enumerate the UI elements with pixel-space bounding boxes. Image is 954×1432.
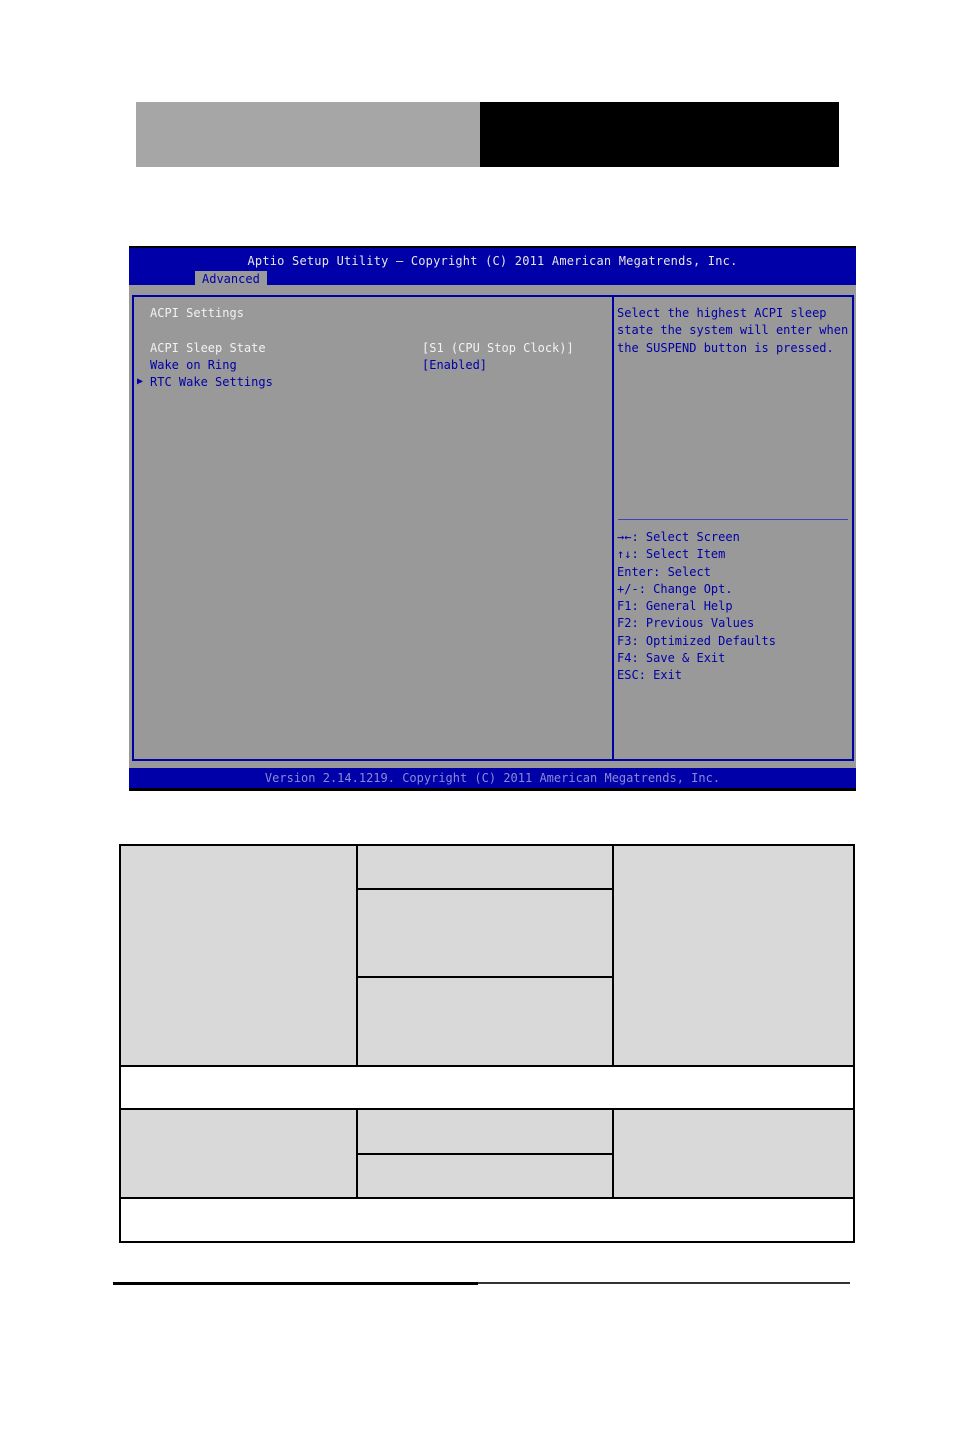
- tab-advanced[interactable]: Advanced: [195, 271, 267, 287]
- options-table: [119, 844, 855, 1243]
- setting-wake-on-ring-label[interactable]: Wake on Ring: [150, 358, 237, 372]
- key-legend: →←: Select Screen ↑↓: Select Item Enter:…: [617, 529, 776, 685]
- help-text: Select the highest ACPI sleep state the …: [617, 306, 849, 355]
- table-note-1: [121, 1067, 853, 1108]
- submenu-rtc-wake-settings[interactable]: RTC Wake Settings: [150, 375, 273, 389]
- table-cell-value-1a: [358, 846, 612, 888]
- table-divider: [358, 976, 612, 978]
- table-divider: [358, 888, 612, 890]
- key-f1: F1: General Help: [617, 599, 733, 614]
- table-cell-value-1c: [358, 978, 612, 1065]
- key-f4: F4: Save & Exit: [617, 651, 726, 666]
- table-cell-value-2a: [358, 1110, 612, 1153]
- table-cell-option-name-1: [121, 846, 356, 1065]
- key-select-screen: →←: Select Screen: [617, 530, 740, 544]
- bios-title-bar: Aptio Setup Utility – Copyright (C) 2011…: [129, 246, 856, 287]
- table-divider: [358, 1153, 612, 1155]
- section-title: ACPI Settings: [150, 306, 244, 320]
- table-cell-value-1b: [358, 890, 612, 976]
- setting-acpi-sleep-state-value[interactable]: [S1 (CPU Stop Clock)]: [422, 341, 574, 355]
- footer-rule: [113, 1282, 478, 1285]
- table-cell-value-2b: [358, 1155, 612, 1197]
- bios-setup-screen: Aptio Setup Utility – Copyright (C) 2011…: [129, 246, 856, 791]
- key-f2: F2: Previous Values: [617, 616, 755, 631]
- key-esc: ESC: Exit: [617, 668, 683, 683]
- bios-status-bar: Version 2.14.1219. Copyright (C) 2011 Am…: [129, 768, 856, 788]
- triangle-right-icon: ▶: [137, 376, 144, 387]
- table-divider: [356, 846, 358, 1065]
- key-f3: F3: Optimized Defaults: [617, 633, 776, 648]
- key-select-item: ↑↓: Select Item: [617, 547, 726, 562]
- page-header-left-bar: [136, 102, 480, 167]
- key-change-opt: +/-: Change Opt.: [617, 581, 733, 596]
- table-divider: [612, 1110, 614, 1197]
- table-cell-description-2: [614, 1110, 853, 1197]
- settings-panel: ACPI Settings ACPI Sleep State [S1 (CPU …: [132, 295, 612, 761]
- table-note-2: [121, 1199, 853, 1241]
- page-header-right-bar: [480, 102, 839, 167]
- table-cell-description-1: [614, 846, 853, 1065]
- table-divider: [612, 846, 614, 1065]
- setting-acpi-sleep-state-label[interactable]: ACPI Sleep State: [150, 341, 266, 355]
- help-divider: [618, 519, 848, 520]
- footer-rule: [478, 1282, 850, 1284]
- bios-version: Version 2.14.1219. Copyright (C) 2011 Am…: [264, 771, 721, 785]
- setting-wake-on-ring-value[interactable]: [Enabled]: [422, 358, 487, 372]
- key-enter: Enter: Select: [617, 564, 711, 579]
- bios-bottom-edge: [129, 788, 856, 791]
- help-panel: Select the highest ACPI sleep state the …: [612, 295, 854, 761]
- table-cell-option-name-2: [121, 1110, 356, 1197]
- bios-title: Aptio Setup Utility – Copyright (C) 2011…: [247, 254, 738, 268]
